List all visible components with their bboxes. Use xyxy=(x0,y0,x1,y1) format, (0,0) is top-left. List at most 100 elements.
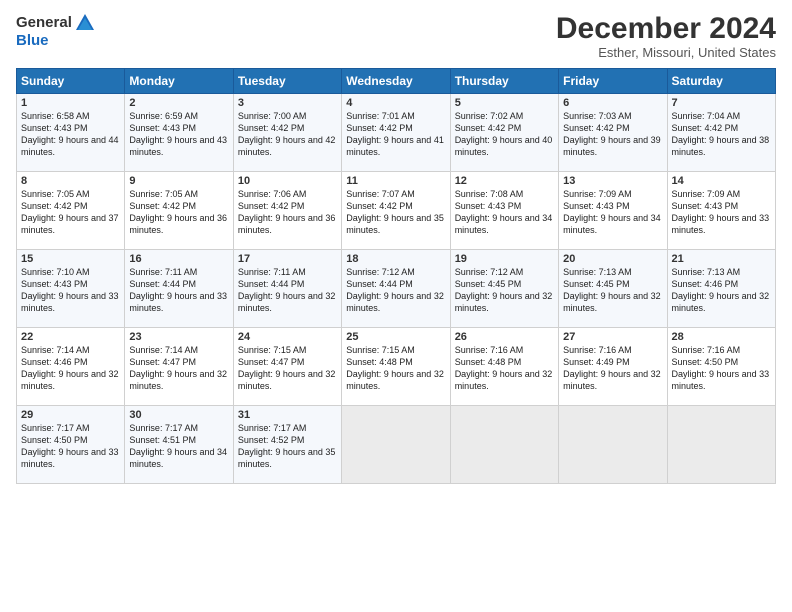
cell-info: Sunrise: 7:12 AMSunset: 4:44 PMDaylight:… xyxy=(346,267,444,313)
weekday-header-sunday: Sunday xyxy=(17,69,125,94)
day-number: 21 xyxy=(672,253,771,265)
cell-info: Sunrise: 7:14 AMSunset: 4:47 PMDaylight:… xyxy=(129,345,227,391)
day-number: 17 xyxy=(238,253,337,265)
cell-info: Sunrise: 7:16 AMSunset: 4:50 PMDaylight:… xyxy=(672,345,770,391)
day-number: 29 xyxy=(21,409,120,421)
cell-info: Sunrise: 7:01 AMSunset: 4:42 PMDaylight:… xyxy=(346,111,444,157)
cell-info: Sunrise: 7:05 AMSunset: 4:42 PMDaylight:… xyxy=(21,189,119,235)
week-row-5: 29 Sunrise: 7:17 AMSunset: 4:50 PMDaylig… xyxy=(17,406,776,484)
day-number: 12 xyxy=(455,175,554,187)
cell-info: Sunrise: 6:59 AMSunset: 4:43 PMDaylight:… xyxy=(129,111,227,157)
weekday-header-tuesday: Tuesday xyxy=(233,69,341,94)
calendar-cell xyxy=(342,406,450,484)
day-number: 19 xyxy=(455,253,554,265)
calendar-cell: 21 Sunrise: 7:13 AMSunset: 4:46 PMDaylig… xyxy=(667,250,775,328)
calendar-cell: 19 Sunrise: 7:12 AMSunset: 4:45 PMDaylig… xyxy=(450,250,558,328)
day-number: 5 xyxy=(455,97,554,109)
cell-info: Sunrise: 7:07 AMSunset: 4:42 PMDaylight:… xyxy=(346,189,444,235)
cell-info: Sunrise: 7:11 AMSunset: 4:44 PMDaylight:… xyxy=(129,267,227,313)
day-number: 13 xyxy=(563,175,662,187)
day-number: 7 xyxy=(672,97,771,109)
weekday-header-wednesday: Wednesday xyxy=(342,69,450,94)
day-number: 4 xyxy=(346,97,445,109)
day-number: 8 xyxy=(21,175,120,187)
day-number: 28 xyxy=(672,331,771,343)
cell-info: Sunrise: 7:03 AMSunset: 4:42 PMDaylight:… xyxy=(563,111,661,157)
calendar-body: 1 Sunrise: 6:58 AMSunset: 4:43 PMDayligh… xyxy=(17,94,776,484)
location: Esther, Missouri, United States xyxy=(556,45,776,60)
calendar-cell: 3 Sunrise: 7:00 AMSunset: 4:42 PMDayligh… xyxy=(233,94,341,172)
day-number: 11 xyxy=(346,175,445,187)
day-number: 18 xyxy=(346,253,445,265)
title-block: December 2024 Esther, Missouri, United S… xyxy=(556,12,776,60)
calendar-cell: 18 Sunrise: 7:12 AMSunset: 4:44 PMDaylig… xyxy=(342,250,450,328)
day-number: 6 xyxy=(563,97,662,109)
calendar-cell: 7 Sunrise: 7:04 AMSunset: 4:42 PMDayligh… xyxy=(667,94,775,172)
weekday-header-friday: Friday xyxy=(559,69,667,94)
calendar-cell: 31 Sunrise: 7:17 AMSunset: 4:52 PMDaylig… xyxy=(233,406,341,484)
month-title: December 2024 xyxy=(556,12,776,45)
calendar-cell: 22 Sunrise: 7:14 AMSunset: 4:46 PMDaylig… xyxy=(17,328,125,406)
weekday-header-saturday: Saturday xyxy=(667,69,775,94)
day-number: 2 xyxy=(129,97,228,109)
cell-info: Sunrise: 7:04 AMSunset: 4:42 PMDaylight:… xyxy=(672,111,770,157)
logo: General Blue xyxy=(16,12,96,49)
calendar-cell: 20 Sunrise: 7:13 AMSunset: 4:45 PMDaylig… xyxy=(559,250,667,328)
calendar-cell: 30 Sunrise: 7:17 AMSunset: 4:51 PMDaylig… xyxy=(125,406,233,484)
calendar-cell: 9 Sunrise: 7:05 AMSunset: 4:42 PMDayligh… xyxy=(125,172,233,250)
logo-blue: Blue xyxy=(16,32,96,49)
calendar-cell: 23 Sunrise: 7:14 AMSunset: 4:47 PMDaylig… xyxy=(125,328,233,406)
calendar-cell: 26 Sunrise: 7:16 AMSunset: 4:48 PMDaylig… xyxy=(450,328,558,406)
week-row-4: 22 Sunrise: 7:14 AMSunset: 4:46 PMDaylig… xyxy=(17,328,776,406)
cell-info: Sunrise: 7:17 AMSunset: 4:50 PMDaylight:… xyxy=(21,423,119,469)
page: General Blue December 2024 Esther, Misso… xyxy=(0,0,792,492)
calendar-cell: 28 Sunrise: 7:16 AMSunset: 4:50 PMDaylig… xyxy=(667,328,775,406)
day-number: 22 xyxy=(21,331,120,343)
calendar-cell: 8 Sunrise: 7:05 AMSunset: 4:42 PMDayligh… xyxy=(17,172,125,250)
calendar-cell: 14 Sunrise: 7:09 AMSunset: 4:43 PMDaylig… xyxy=(667,172,775,250)
weekday-header-thursday: Thursday xyxy=(450,69,558,94)
calendar-cell xyxy=(667,406,775,484)
calendar-cell: 5 Sunrise: 7:02 AMSunset: 4:42 PMDayligh… xyxy=(450,94,558,172)
day-number: 27 xyxy=(563,331,662,343)
logo-icon xyxy=(74,12,96,34)
week-row-1: 1 Sunrise: 6:58 AMSunset: 4:43 PMDayligh… xyxy=(17,94,776,172)
calendar-cell: 24 Sunrise: 7:15 AMSunset: 4:47 PMDaylig… xyxy=(233,328,341,406)
weekday-header-row: SundayMondayTuesdayWednesdayThursdayFrid… xyxy=(17,69,776,94)
day-number: 31 xyxy=(238,409,337,421)
day-number: 26 xyxy=(455,331,554,343)
calendar-cell xyxy=(450,406,558,484)
cell-info: Sunrise: 7:15 AMSunset: 4:47 PMDaylight:… xyxy=(238,345,336,391)
calendar-cell: 17 Sunrise: 7:11 AMSunset: 4:44 PMDaylig… xyxy=(233,250,341,328)
calendar-cell xyxy=(559,406,667,484)
cell-info: Sunrise: 7:05 AMSunset: 4:42 PMDaylight:… xyxy=(129,189,227,235)
calendar: SundayMondayTuesdayWednesdayThursdayFrid… xyxy=(16,68,776,484)
calendar-cell: 1 Sunrise: 6:58 AMSunset: 4:43 PMDayligh… xyxy=(17,94,125,172)
day-number: 23 xyxy=(129,331,228,343)
day-number: 9 xyxy=(129,175,228,187)
calendar-cell: 4 Sunrise: 7:01 AMSunset: 4:42 PMDayligh… xyxy=(342,94,450,172)
calendar-cell: 16 Sunrise: 7:11 AMSunset: 4:44 PMDaylig… xyxy=(125,250,233,328)
day-number: 10 xyxy=(238,175,337,187)
calendar-cell: 15 Sunrise: 7:10 AMSunset: 4:43 PMDaylig… xyxy=(17,250,125,328)
calendar-cell: 29 Sunrise: 7:17 AMSunset: 4:50 PMDaylig… xyxy=(17,406,125,484)
cell-info: Sunrise: 7:12 AMSunset: 4:45 PMDaylight:… xyxy=(455,267,553,313)
cell-info: Sunrise: 7:06 AMSunset: 4:42 PMDaylight:… xyxy=(238,189,336,235)
calendar-cell: 12 Sunrise: 7:08 AMSunset: 4:43 PMDaylig… xyxy=(450,172,558,250)
day-number: 24 xyxy=(238,331,337,343)
cell-info: Sunrise: 7:17 AMSunset: 4:52 PMDaylight:… xyxy=(238,423,336,469)
cell-info: Sunrise: 7:00 AMSunset: 4:42 PMDaylight:… xyxy=(238,111,336,157)
day-number: 25 xyxy=(346,331,445,343)
cell-info: Sunrise: 7:09 AMSunset: 4:43 PMDaylight:… xyxy=(563,189,661,235)
cell-info: Sunrise: 7:02 AMSunset: 4:42 PMDaylight:… xyxy=(455,111,553,157)
header: General Blue December 2024 Esther, Misso… xyxy=(16,12,776,60)
cell-info: Sunrise: 7:16 AMSunset: 4:48 PMDaylight:… xyxy=(455,345,553,391)
day-number: 1 xyxy=(21,97,120,109)
logo-text: General xyxy=(16,12,96,34)
cell-info: Sunrise: 6:58 AMSunset: 4:43 PMDaylight:… xyxy=(21,111,119,157)
cell-info: Sunrise: 7:17 AMSunset: 4:51 PMDaylight:… xyxy=(129,423,227,469)
cell-info: Sunrise: 7:11 AMSunset: 4:44 PMDaylight:… xyxy=(238,267,336,313)
cell-info: Sunrise: 7:13 AMSunset: 4:46 PMDaylight:… xyxy=(672,267,770,313)
calendar-cell: 11 Sunrise: 7:07 AMSunset: 4:42 PMDaylig… xyxy=(342,172,450,250)
day-number: 14 xyxy=(672,175,771,187)
